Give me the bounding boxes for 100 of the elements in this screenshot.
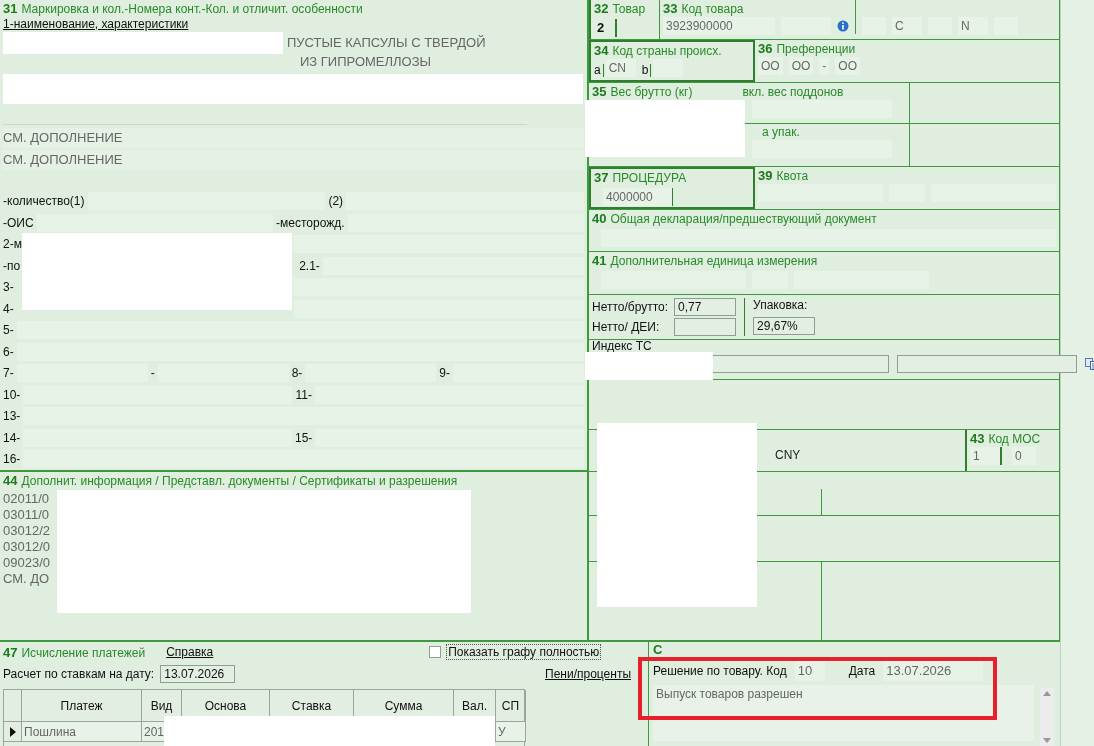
box-number: 34 [594, 43, 609, 58]
box-title: Код МОС [988, 432, 1041, 446]
field-label: b [641, 64, 652, 77]
field-label: Нетто/брутто: [592, 300, 669, 314]
column-header[interactable]: СП [501, 698, 520, 713]
field-label: 9- [439, 366, 450, 381]
input-field[interactable] [674, 318, 737, 336]
field-label: 3- [3, 280, 14, 295]
column-header[interactable]: Сумма [384, 698, 423, 713]
box-title: Код товара [681, 2, 744, 16]
checkbox[interactable] [429, 646, 442, 658]
field-label: Дата [848, 664, 876, 678]
box-title: Дополнительная единица измерения [610, 254, 818, 268]
column-header[interactable]: Основа [204, 698, 247, 713]
table-cell: Пошлина [22, 722, 142, 742]
field-label: 13- [3, 409, 21, 424]
scroll-down-icon[interactable] [1043, 738, 1051, 743]
field-label: 6- [3, 344, 14, 359]
field-label: -по [3, 258, 21, 273]
input-field[interactable]: 1 [970, 447, 1002, 465]
input-field[interactable]: N [958, 17, 988, 35]
field-label: 2-м [3, 237, 22, 252]
field-label: a [594, 64, 604, 77]
box-title: Маркировка и кол.-Номера конт.-Кол. и отличит. особенности [21, 2, 363, 16]
field-label: 10- [3, 387, 21, 402]
note-field[interactable]: СМ. ДОПОЛНЕНИЕ [3, 127, 584, 148]
document-line: 09023/0 [3, 555, 51, 571]
field-label: 4- [3, 301, 14, 316]
column-header[interactable]: Вал. [462, 698, 487, 713]
document-line: 02011/0 [3, 491, 51, 507]
input-field[interactable]: 10 [794, 661, 825, 681]
input-field[interactable] [16, 342, 584, 361]
box-title: Общая декларация/предшествующий документ [610, 212, 877, 226]
box-number: 47 [3, 644, 18, 660]
field-label: 2.1- [299, 258, 320, 273]
note-field[interactable]: СМ. ДОПОЛНЕНИЕ [3, 149, 584, 170]
input-field[interactable] [453, 364, 584, 383]
input-field[interactable]: 0,77 [674, 298, 737, 316]
help-link[interactable]: Справка [166, 645, 214, 659]
field-label: 8- [291, 366, 303, 381]
document-line: 03012/2 [3, 523, 51, 539]
comment-field[interactable]: Выпуск товаров разрешен [653, 685, 1034, 741]
field-label: 5- [3, 323, 14, 338]
box-title: Товар [612, 2, 646, 16]
input-field[interactable]: OO [835, 57, 860, 75]
box-number: 33 [663, 1, 678, 16]
input-field[interactable]: CN [605, 59, 636, 77]
field-label: Решение по товару. Код [653, 664, 787, 678]
field-label: Расчет по ставкам на дату: [3, 667, 155, 681]
field-label: 16- [3, 452, 21, 467]
box-number: 35 [592, 84, 607, 99]
date-field[interactable]: 13.07.2026 [160, 665, 236, 683]
box-number: 43 [970, 431, 985, 446]
input-field[interactable]: OO [788, 57, 814, 75]
column-header[interactable]: Ставка [291, 698, 332, 713]
field-label: Нетто/ ДЕИ: [592, 320, 661, 334]
box-number: C [653, 642, 664, 657]
date-field[interactable]: 13.07.2026 [883, 661, 984, 681]
penalty-link[interactable]: Пени/проценты [545, 667, 631, 681]
scroll-up-icon[interactable] [1043, 691, 1051, 696]
field-label: 7- [3, 366, 14, 381]
description-line: ПУСТЫЕ КАПСУЛЫ С ТВЕРДОЙ [287, 34, 486, 50]
row-pointer-icon [9, 726, 16, 737]
box-number: 39 [758, 168, 773, 183]
input-field[interactable]: 29,67% [753, 316, 816, 335]
input-field[interactable] [23, 450, 584, 469]
input-field[interactable] [36, 213, 274, 232]
box-title: Квота [776, 169, 809, 183]
info-icon[interactable] [837, 20, 849, 32]
field-label: 11- [295, 387, 312, 402]
box-number: 32 [594, 1, 609, 16]
box-number: 41 [592, 253, 607, 268]
field-label: 14- [3, 430, 21, 445]
field-label: вкл. вес поддонов [742, 85, 844, 99]
input-field[interactable]: 4000000 [603, 188, 673, 206]
box-number: 37 [594, 170, 609, 185]
field-label: - [150, 366, 155, 381]
column-header[interactable]: Вид [150, 698, 173, 713]
input-field[interactable] [897, 355, 1077, 373]
box-number: 44 [3, 473, 18, 488]
table-cell: У [496, 722, 526, 742]
field-label: 15- [295, 430, 313, 445]
input-field[interactable]: 3923900000 [663, 17, 775, 35]
field-label: -количество(1) [3, 194, 85, 209]
document-line: СМ. ДО [3, 571, 51, 587]
box-title: Исчисление платежей [21, 645, 146, 660]
checkbox-label[interactable]: Показать графу полностью [446, 644, 602, 660]
scrollbar[interactable] [1040, 688, 1054, 746]
column-header[interactable]: Платеж [60, 698, 103, 713]
input-field[interactable]: 0 [1012, 447, 1036, 465]
item-number-field[interactable]: 2 [597, 19, 617, 37]
box-number: 31 [3, 1, 18, 16]
description-line: ИЗ ГИПРОМЕЛЛОЗЫ [300, 53, 432, 69]
input-field[interactable]: OO [758, 57, 783, 75]
input-field[interactable]: - [819, 57, 830, 75]
box-title: Код страны происх. [612, 44, 722, 58]
field-label: Индекс ТС [591, 340, 653, 353]
section-subtitle: 1-наименование, характеристики [3, 17, 189, 31]
box-title: Преференции [776, 42, 856, 56]
input-field[interactable]: C [892, 17, 922, 35]
